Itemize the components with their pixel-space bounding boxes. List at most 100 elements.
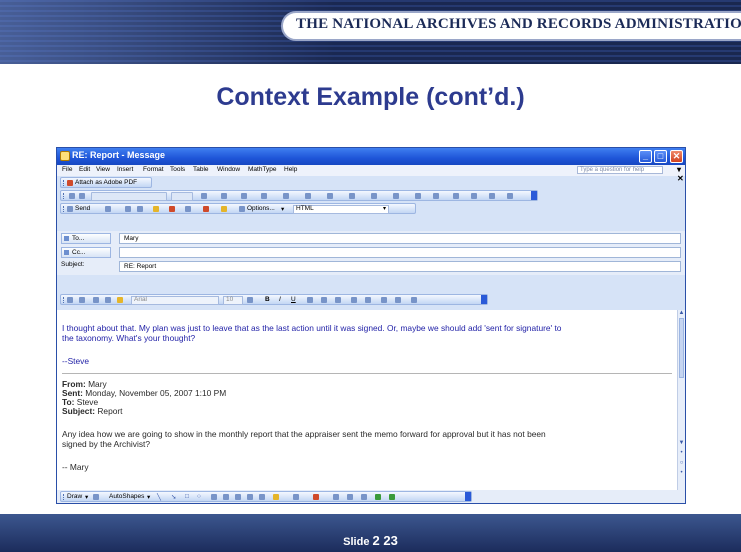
font-select[interactable]: Arial [131,296,219,305]
follow-up-flag-icon[interactable] [203,206,209,212]
scroll-up-icon[interactable]: ▲ [678,310,685,316]
size-select[interactable]: 10 [223,296,243,305]
increase-indent-icon[interactable] [395,297,401,303]
check-names-icon[interactable] [137,206,143,212]
scroll-thumb[interactable] [679,318,684,378]
minimize-button[interactable]: _ [639,150,652,163]
menu-format[interactable]: Format [143,166,164,173]
select-objects-icon[interactable] [93,494,99,500]
menu-mathtype[interactable]: MathType [248,166,277,173]
menu-window[interactable]: Window [217,166,240,173]
border-icon[interactable] [221,193,227,199]
align-left-icon[interactable] [307,297,313,303]
to-button[interactable]: To... [61,233,111,244]
print-icon[interactable] [79,297,85,303]
paste-icon[interactable] [117,297,123,303]
message-body[interactable]: I thought about that. My plan was just t… [57,310,677,490]
autoshapes-dropdown-icon[interactable]: ▾ [147,493,150,501]
numbering-icon[interactable] [351,297,357,303]
arrow-style-icon[interactable] [361,494,367,500]
to-field[interactable]: Mary [119,233,681,244]
align-right-icon[interactable] [335,297,341,303]
sort-descending-icon[interactable] [433,193,439,199]
options-button[interactable]: Options... [247,205,275,212]
font-color-icon[interactable] [247,297,253,303]
draw-menu-dropdown-icon[interactable]: ▾ [85,493,88,501]
send-button[interactable]: Send [75,205,90,212]
menu-view[interactable]: View [96,166,110,173]
attach-pdf-button[interactable]: Attach as Adobe PDF [75,179,137,186]
browse-object-icon[interactable]: ○ [678,460,685,466]
autoshapes-menu[interactable]: AutoShapes [109,493,144,500]
bullets-icon[interactable] [365,297,371,303]
address-book-icon[interactable] [125,206,131,212]
menu-tools[interactable]: Tools [170,166,185,173]
options-dropdown-icon[interactable]: ▾ [281,205,284,213]
italic-icon[interactable]: I [279,296,281,303]
draw-line-icon[interactable] [201,193,207,199]
scroll-down-icon[interactable]: ▼ [678,440,685,446]
toolbar-more-icon[interactable] [507,193,513,199]
merge-cells-icon[interactable] [283,193,289,199]
high-importance-icon[interactable] [169,206,175,212]
bold-icon[interactable]: B [265,296,270,303]
distribute-rows-icon[interactable] [349,193,355,199]
line-color-icon[interactable] [293,494,299,500]
cut-icon[interactable] [93,297,99,303]
style-icon-2[interactable] [79,193,85,199]
oval-icon[interactable]: ○ [197,493,201,500]
line-icon[interactable]: ╲ [157,493,161,501]
sort-ascending-icon[interactable] [415,193,421,199]
permission-icon[interactable] [221,206,227,212]
autosum-icon[interactable] [453,193,459,199]
rectangle-icon[interactable]: □ [185,493,189,500]
picture-icon[interactable] [259,494,265,500]
autofit-icon[interactable] [393,193,399,199]
message-format-select[interactable]: HTML ▾ [293,205,389,214]
diagram-icon[interactable] [235,494,241,500]
align-icon[interactable] [327,193,333,199]
split-cells-icon[interactable] [305,193,311,199]
menu-edit[interactable]: Edit [79,166,90,173]
previous-page-icon[interactable]: • [678,450,685,456]
font-size-select-disabled[interactable] [171,192,193,201]
attach-file-icon[interactable] [105,206,111,212]
font-color-draw-icon[interactable] [313,494,319,500]
next-page-icon[interactable]: • [678,470,685,476]
text-box-icon[interactable] [211,494,217,500]
line-style-icon[interactable] [333,494,339,500]
filter-icon[interactable] [471,193,477,199]
menu-help[interactable]: Help [284,166,297,173]
help-search-input[interactable]: Type a question for help [577,166,663,174]
subject-field[interactable]: RE: Report [119,261,681,272]
low-importance-icon[interactable] [185,206,191,212]
cc-field[interactable] [119,247,681,258]
highlight-icon[interactable] [411,297,417,303]
distribute-columns-icon[interactable] [371,193,377,199]
decrease-indent-icon[interactable] [381,297,387,303]
fill-color-icon[interactable] [273,494,279,500]
style-icon[interactable] [69,193,75,199]
menu-file[interactable]: File [62,166,72,173]
shading-icon[interactable] [241,193,247,199]
flag-icon[interactable] [153,206,159,212]
formatting-toolbar-options-icon[interactable] [481,295,487,304]
vertical-scrollbar[interactable]: ▲ ▼ • ○ • [677,310,685,490]
clip-art-icon[interactable] [247,494,253,500]
shadow-icon[interactable] [375,494,381,500]
3d-icon[interactable] [389,494,395,500]
cc-button[interactable]: Cc... [61,247,111,258]
close-document-icon[interactable]: ▾ ✕ [677,165,685,183]
insert-table-icon[interactable] [261,193,267,199]
arrow-icon[interactable] [489,193,495,199]
dash-style-icon[interactable] [347,494,353,500]
align-center-icon[interactable] [321,297,327,303]
style-select[interactable] [91,192,167,201]
drawing-toolbar-options-icon[interactable] [465,492,471,501]
copy-icon[interactable] [105,297,111,303]
maximize-button[interactable]: □ [654,150,667,163]
save-icon[interactable] [67,297,73,303]
menu-insert[interactable]: Insert [117,166,133,173]
wordart-icon[interactable] [223,494,229,500]
menu-table[interactable]: Table [193,166,209,173]
